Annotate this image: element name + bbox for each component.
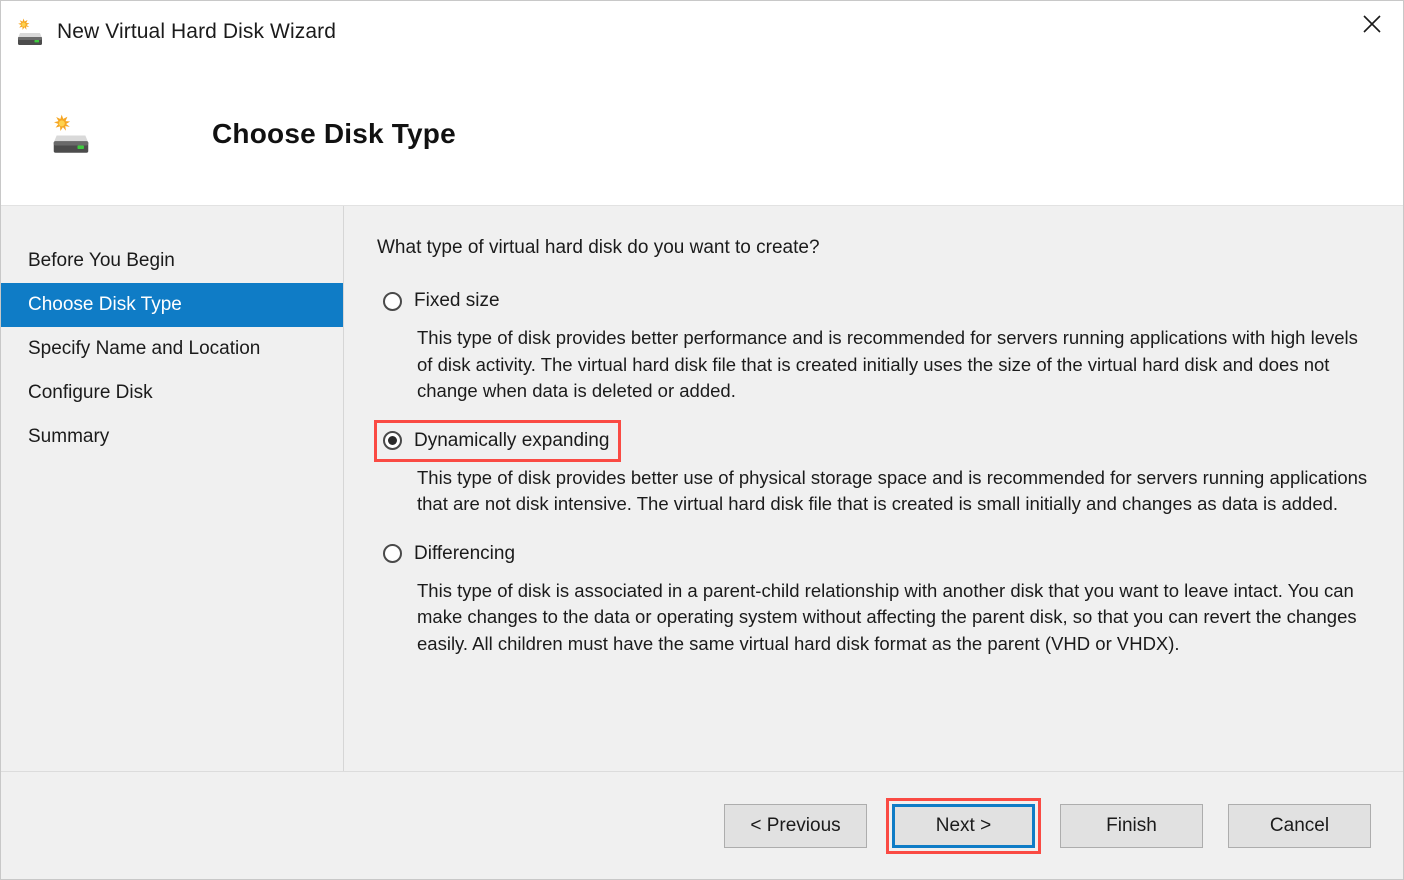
virtual-hard-disk-icon: [48, 111, 94, 157]
sidebar-item-label: Specify Name and Location: [28, 338, 261, 359]
sidebar-item-specify-name-and-location[interactable]: Specify Name and Location: [1, 327, 343, 371]
cancel-button[interactable]: Cancel: [1228, 803, 1371, 848]
option-fixed-size: Fixed size: [377, 283, 1368, 319]
option-differencing: Differencing: [377, 536, 1368, 572]
sidebar-item-label: Summary: [28, 426, 110, 447]
sidebar-item-label: Configure Disk: [28, 382, 153, 403]
radio-fixed-size[interactable]: Fixed size: [377, 283, 509, 319]
virtual-hard-disk-icon: [14, 16, 46, 48]
option-dynamically-expanding: Dynamically expanding: [373, 419, 1368, 462]
radio-dynamically-expanding[interactable]: Dynamically expanding: [373, 419, 622, 462]
next-button-slot: Next >: [886, 797, 1041, 854]
page-header: Choose Disk Type: [1, 63, 1403, 206]
radio-button-icon: [383, 431, 402, 450]
option-description-differencing: This type of disk is associated in a par…: [417, 579, 1357, 654]
cancel-button-slot: Cancel: [1228, 803, 1371, 848]
wizard-content: What type of virtual hard disk do you wa…: [344, 206, 1403, 771]
question-text: What type of virtual hard disk do you wa…: [377, 237, 820, 258]
option-description-dynamically-expanding: This type of disk provides better use of…: [417, 466, 1368, 515]
sidebar-item-before-you-begin[interactable]: Before You Begin: [1, 239, 343, 283]
previous-button[interactable]: < Previous: [724, 803, 867, 848]
radio-label: Differencing: [414, 542, 516, 564]
next-button[interactable]: Next >: [892, 803, 1035, 848]
wizard-window: New Virtual Hard Disk Wizard Choose Disk…: [0, 0, 1404, 880]
page-title: Choose Disk Type: [212, 118, 456, 149]
sidebar-item-label: Choose Disk Type: [28, 294, 182, 315]
wizard-footer: < Previous Next > Finish Cancel: [1, 771, 1403, 879]
previous-button-slot: < Previous: [724, 803, 867, 848]
sidebar-item-configure-disk[interactable]: Configure Disk: [1, 371, 343, 415]
close-button[interactable]: [1341, 1, 1403, 47]
wizard-step-list: Before You Begin Choose Disk Type Specif…: [1, 206, 344, 771]
sidebar-item-choose-disk-type[interactable]: Choose Disk Type: [1, 283, 343, 327]
wizard-body: Before You Begin Choose Disk Type Specif…: [1, 206, 1403, 771]
radio-button-icon: [383, 291, 402, 311]
radio-label: Fixed size: [414, 290, 500, 311]
radio-label: Dynamically expanding: [414, 429, 610, 451]
radio-button-icon: [383, 544, 402, 563]
sidebar-item-label: Before You Begin: [28, 250, 175, 271]
sidebar-item-summary[interactable]: Summary: [1, 415, 343, 459]
window-title: New Virtual Hard Disk Wizard: [57, 20, 336, 43]
radio-differencing[interactable]: Differencing: [377, 536, 524, 572]
title-bar: New Virtual Hard Disk Wizard: [1, 1, 1403, 63]
option-description-fixed-size: This type of disk provides better perfor…: [417, 327, 1358, 401]
finish-button[interactable]: Finish: [1060, 803, 1203, 848]
close-icon: [1361, 13, 1383, 35]
finish-button-slot: Finish: [1060, 803, 1203, 848]
